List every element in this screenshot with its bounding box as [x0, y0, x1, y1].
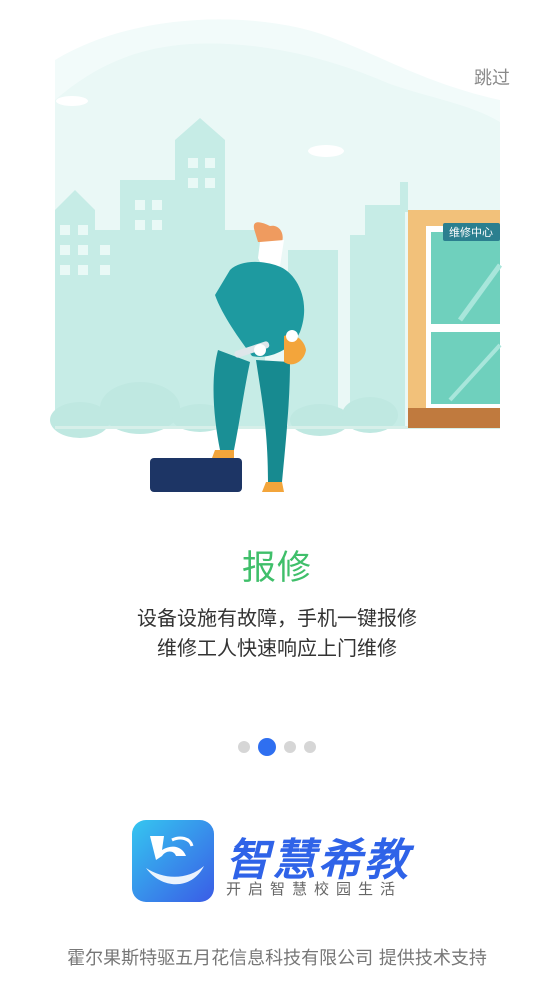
page-dot-1[interactable]	[238, 741, 250, 753]
app-logo-icon	[132, 820, 214, 902]
feature-description-line1: 设备设施有故障，手机一键报修	[137, 606, 417, 630]
brand-slogan: 开启智慧校园生活	[226, 880, 403, 898]
feature-description-line2: 维修工人快速响应上门维修	[157, 636, 397, 660]
brand-block: 智慧希教 开启智慧校园生活	[132, 820, 432, 902]
page-dot-3[interactable]	[284, 741, 296, 753]
page-dot-4[interactable]	[304, 741, 316, 753]
repair-center-sign: 维修中心	[449, 225, 493, 239]
repair-illustration: 维修中心	[50, 19, 503, 492]
support-footer: 霍尔果斯特驱五月花信息科技有限公司 提供技术支持	[67, 948, 487, 969]
page-indicator	[0, 738, 554, 756]
page-dot-2-active[interactable]	[258, 738, 276, 756]
feature-title: 报修	[242, 548, 312, 588]
